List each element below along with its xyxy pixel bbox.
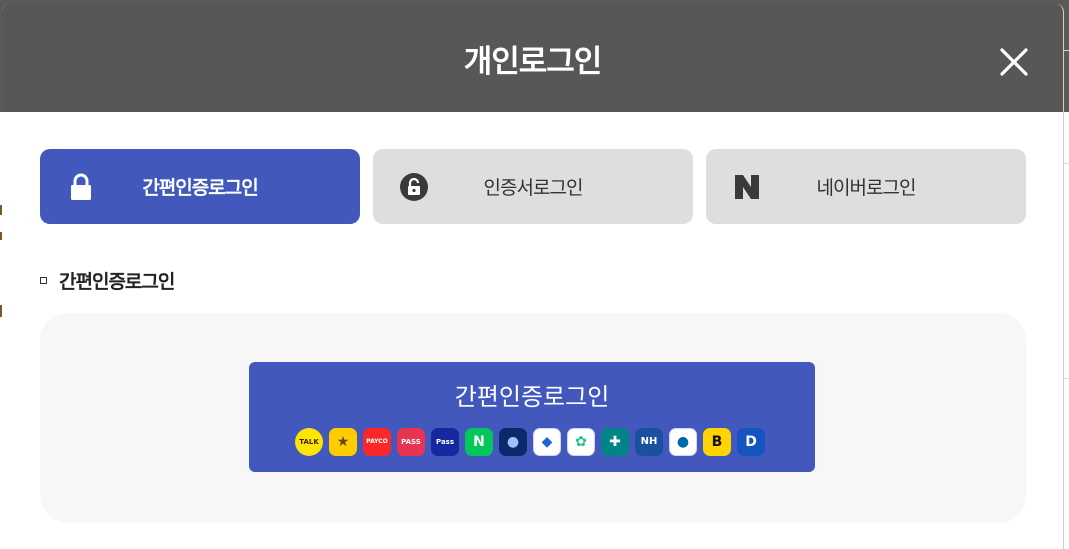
tab-naver-login[interactable]: 네이버로그인 xyxy=(706,149,1026,224)
lock-icon xyxy=(71,173,91,200)
provider-glyph: N xyxy=(473,434,485,450)
toss-icon: ◆ xyxy=(533,428,561,456)
simple-auth-login-button[interactable]: 간편인증로그인 TALK ★ PAYCO PASS Pass N ● ◆ ✿ ✚ NH ● B D xyxy=(249,362,815,472)
simple-auth-panel: 간편인증로그인 TALK ★ PAYCO PASS Pass N ● ◆ ✿ ✚ NH ● B D xyxy=(40,313,1026,523)
tab-simple-auth-login[interactable]: 간편인증로그인 xyxy=(40,149,360,224)
provider-glyph: Pass xyxy=(436,437,454,446)
samsung-pass-icon: Pass xyxy=(431,428,459,456)
naver-icon: N xyxy=(465,428,493,456)
nh-icon: NH xyxy=(635,428,663,456)
close-button[interactable] xyxy=(999,47,1029,77)
provider-glyph: ● xyxy=(676,434,690,450)
provider-glyph: B xyxy=(711,434,723,450)
woori-icon: ● xyxy=(669,428,697,456)
provider-glyph: NH xyxy=(640,436,658,447)
hana-icon: ✚ xyxy=(601,428,629,456)
provider-glyph: ✚ xyxy=(609,434,621,450)
provider-glyph: TALK xyxy=(299,437,319,446)
banksalad-icon: ✿ xyxy=(567,428,595,456)
modal-title: 개인로그인 xyxy=(463,43,603,80)
section-title: 간편인증로그인 xyxy=(59,271,175,293)
kb-icon: ★ xyxy=(329,428,357,456)
modal-header: 개인로그인 xyxy=(2,4,1063,112)
kakao-talk-icon: TALK xyxy=(295,428,323,456)
tab-certificate-login[interactable]: 인증서로그인 xyxy=(373,149,693,224)
login-modal: 개인로그인 간편인증로그인 인증서로그인 네이버로그인 간편인증로그인 간편인증… xyxy=(2,4,1064,549)
section-heading: 간편인증로그인 xyxy=(40,267,175,294)
login-tabs: 간편인증로그인 인증서로그인 네이버로그인 xyxy=(40,149,1026,224)
provider-glyph: PAYCO xyxy=(366,438,388,445)
pass-icon: PASS xyxy=(397,428,425,456)
provider-glyph: PASS xyxy=(401,437,421,446)
naver-icon xyxy=(735,175,759,199)
provider-glyph: ◆ xyxy=(541,434,553,450)
square-bullet-icon xyxy=(40,277,47,284)
close-icon xyxy=(1000,48,1028,76)
payco-icon: PAYCO xyxy=(363,428,391,456)
provider-glyph: ● xyxy=(506,434,520,450)
kbank-icon: B xyxy=(703,428,731,456)
provider-glyph: ✿ xyxy=(575,434,587,450)
d-auth-icon: D xyxy=(737,428,765,456)
provider-glyph: D xyxy=(745,434,757,450)
shinhan-icon: ● xyxy=(499,428,527,456)
provider-glyph: ★ xyxy=(336,434,350,450)
provider-icon-row: TALK ★ PAYCO PASS Pass N ● ◆ ✿ ✚ NH ● B D xyxy=(295,428,765,456)
certificate-icon xyxy=(400,173,428,201)
simple-auth-button-label: 간편인증로그인 xyxy=(454,383,610,411)
